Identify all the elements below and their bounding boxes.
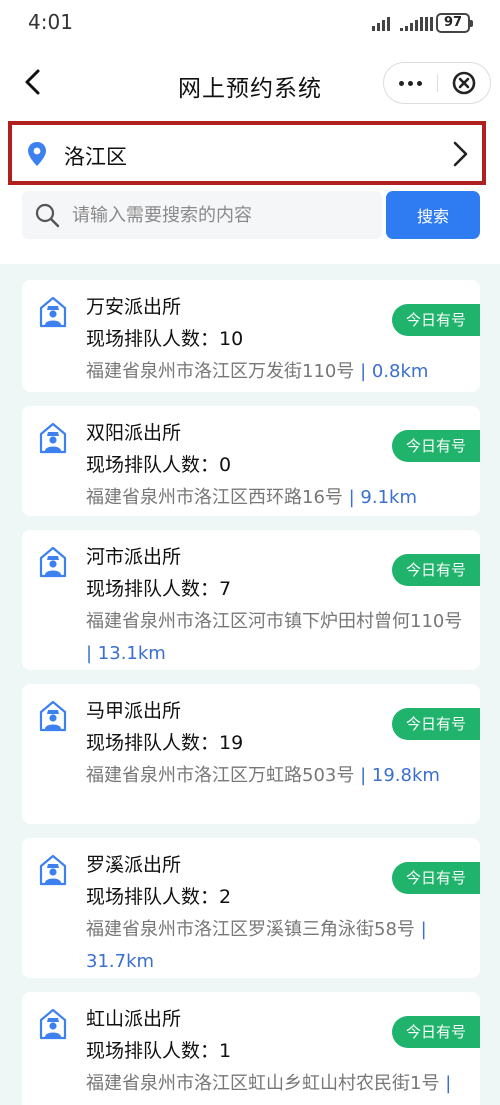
queue-label: 现场排队人数： [86, 578, 220, 600]
queue-count: 10 [219, 328, 244, 350]
station-address: 福建省泉州市洛江区西环路16号 | 9.1km [86, 482, 466, 514]
distance: | 19.8km [360, 765, 440, 786]
station-card[interactable]: 罗溪派出所 现场排队人数：2 福建省泉州市洛江区罗溪镇三角泳街58号 | 31.… [22, 838, 480, 978]
queue-count: 0 [219, 454, 232, 476]
location-pin-icon [28, 142, 46, 166]
status-time: 4:01 [28, 10, 73, 34]
address-text: 福建省泉州市洛江区虹山乡虹山村农民街1号 [86, 1073, 440, 1094]
queue-info: 现场排队人数：7 [86, 574, 231, 601]
district-name: 洛江区 [64, 145, 127, 169]
station-name: 虹山派出所 [86, 1008, 182, 1030]
station-address: 福建省泉州市洛江区罗溪镇三角泳街58号 | 31.7km [86, 914, 466, 978]
close-icon[interactable] [444, 68, 484, 98]
station-address: 福建省泉州市洛江区万虹路503号 | 19.8km [86, 760, 466, 792]
district-selector[interactable]: 洛江区 [8, 121, 486, 185]
station-card[interactable]: 虹山派出所 现场排队人数：1 福建省泉州市洛江区虹山乡虹山村农民街1号 | 38… [22, 992, 480, 1105]
address-text: 福建省泉州市洛江区万发街110号 [86, 361, 355, 382]
availability-badge: 今日有号 [392, 304, 480, 336]
search-button[interactable]: 搜索 [386, 191, 480, 239]
station-address: 福建省泉州市洛江区虹山乡虹山村农民街1号 | 38k [86, 1068, 466, 1105]
station-name: 罗溪派出所 [86, 854, 182, 876]
queue-label: 现场排队人数： [86, 732, 220, 754]
mini-program-capsule [383, 62, 491, 104]
queue-count: 7 [219, 578, 232, 600]
distance: | 13.1km [86, 643, 166, 664]
availability-badge: 今日有号 [392, 862, 480, 894]
battery-level: 97 [443, 15, 463, 30]
queue-label: 现场排队人数： [86, 886, 220, 908]
queue-count: 2 [219, 886, 232, 908]
station-address: 福建省泉州市洛江区万发街110号 | 0.8km [86, 356, 466, 388]
distance: | 9.1km [348, 487, 418, 508]
address-text: 福建省泉州市洛江区罗溪镇三角泳街58号 [86, 919, 415, 940]
status-bar: 4:01 97 [0, 0, 500, 50]
queue-info: 现场排队人数：1 [86, 1036, 231, 1063]
more-options-icon[interactable] [384, 63, 437, 103]
station-card[interactable]: 河市派出所 现场排队人数：7 福建省泉州市洛江区河市镇下炉田村曾何110号 | … [22, 530, 480, 670]
station-name: 马甲派出所 [86, 700, 182, 722]
battery-icon: 97 [436, 13, 473, 33]
police-officer-icon [39, 296, 67, 328]
queue-info: 现场排队人数：10 [86, 324, 243, 351]
address-text: 福建省泉州市洛江区河市镇下炉田村曾何110号 [86, 611, 463, 632]
station-name: 万安派出所 [86, 296, 182, 318]
queue-info: 现场排队人数：0 [86, 450, 231, 477]
signal-icon-2 [400, 17, 433, 31]
queue-label: 现场排队人数： [86, 454, 220, 476]
police-officer-icon [39, 546, 67, 578]
station-name: 双阳派出所 [86, 422, 182, 444]
police-officer-icon [39, 854, 67, 886]
station-card[interactable]: 双阳派出所 现场排队人数：0 福建省泉州市洛江区西环路16号 | 9.1km 今… [22, 406, 480, 516]
queue-label: 现场排队人数： [86, 328, 220, 350]
address-text: 福建省泉州市洛江区万虹路503号 [86, 765, 355, 786]
search-box [22, 191, 382, 239]
search-icon [35, 203, 60, 228]
police-officer-icon [39, 422, 67, 454]
search-input[interactable] [72, 199, 372, 231]
station-card[interactable]: 马甲派出所 现场排队人数：19 福建省泉州市洛江区万虹路503号 | 19.8k… [22, 684, 480, 824]
queue-label: 现场排队人数： [86, 1040, 220, 1062]
availability-badge: 今日有号 [392, 1016, 480, 1048]
queue-info: 现场排队人数：19 [86, 728, 243, 755]
police-officer-icon [39, 700, 67, 732]
station-name: 河市派出所 [86, 546, 182, 568]
nav-bar: 网上预约系统 [0, 50, 500, 118]
station-address: 福建省泉州市洛江区河市镇下炉田村曾何110号 | 13.1km [86, 606, 466, 670]
availability-badge: 今日有号 [392, 708, 480, 740]
signal-icon [372, 17, 390, 31]
police-officer-icon [39, 1008, 67, 1040]
capsule-divider [437, 74, 438, 92]
chevron-right-icon [453, 141, 468, 167]
queue-count: 19 [219, 732, 244, 754]
queue-info: 现场排队人数：2 [86, 882, 231, 909]
distance: | 0.8km [360, 361, 429, 382]
availability-badge: 今日有号 [392, 554, 480, 586]
address-text: 福建省泉州市洛江区西环路16号 [86, 487, 343, 508]
queue-count: 1 [219, 1040, 232, 1062]
availability-badge: 今日有号 [392, 430, 480, 462]
station-card[interactable]: 万安派出所 现场排队人数：10 福建省泉州市洛江区万发街110号 | 0.8km… [22, 280, 480, 392]
